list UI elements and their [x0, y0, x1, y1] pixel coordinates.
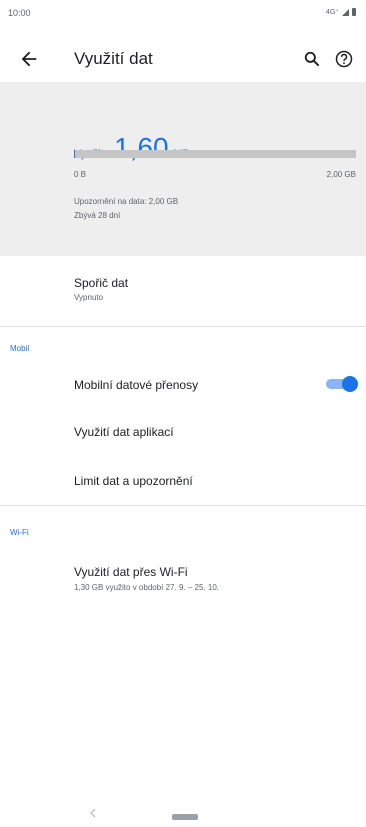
search-icon[interactable]	[302, 49, 322, 69]
data-limit-label: Limit dat a upozornění	[74, 474, 193, 488]
range-max: 2,00 GB	[326, 170, 356, 179]
section-header-mobile: Mobil	[10, 344, 30, 353]
arrow-back-icon[interactable]	[18, 48, 40, 70]
divider	[0, 326, 366, 327]
wifi-data-usage-title: Využití dat přes Wi-Fi	[74, 565, 188, 579]
toggle-knob	[342, 376, 358, 392]
range-min: 0 B	[74, 170, 87, 179]
days-remaining-text: Zbývá 28 dní	[74, 211, 121, 220]
page-title: Využití dat	[74, 49, 153, 68]
usage-progress-bar	[74, 150, 356, 158]
mobile-data-label: Mobilní datové přenosy	[74, 378, 199, 392]
divider	[0, 505, 366, 506]
section-header-wifi: Wi-Fi	[10, 528, 29, 537]
app-data-usage-label: Využití dat aplikací	[74, 425, 174, 439]
nav-home-pill[interactable]	[172, 814, 198, 820]
network-type: 4G⁺	[325, 9, 339, 16]
status-time: 10:00	[8, 8, 31, 18]
signal-icon	[342, 8, 349, 16]
wifi-data-usage-subtitle: 1,30 GB využito v období 27. 9. – 25. 10…	[74, 583, 219, 592]
usage-value: 1,60	[114, 132, 169, 163]
usage-amount: Využito 1,60 MB	[74, 132, 190, 164]
mobile-data-toggle[interactable]	[324, 376, 358, 392]
battery-icon	[352, 8, 356, 16]
app-bar: Využití dat	[0, 40, 366, 80]
data-warning-text: Upozornění na data: 2,00 GB	[74, 197, 179, 206]
data-saver-status: Vypnuto	[74, 293, 104, 302]
nav-back-icon[interactable]	[88, 808, 98, 818]
usage-summary: Využito 1,60 MB 0 B 2,00 GB Upozornění n…	[0, 82, 366, 256]
usage-progress-fill	[74, 150, 75, 158]
data-saver-title: Spořič dat	[74, 276, 129, 290]
help-icon[interactable]	[334, 49, 354, 69]
status-bar: 10:00 4G⁺	[0, 0, 366, 28]
status-icons: 4G⁺	[326, 8, 356, 16]
